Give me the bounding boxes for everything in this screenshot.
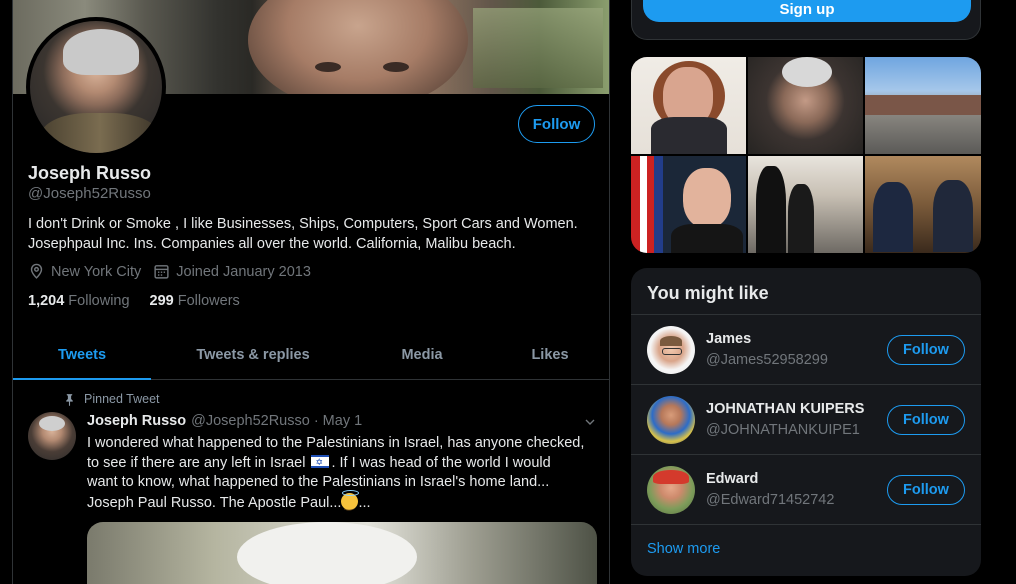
smiling-face-with-halo-emoji xyxy=(341,489,360,515)
avatar[interactable] xyxy=(647,396,695,444)
suggested-user[interactable]: Edward @Edward71452742 Follow xyxy=(631,454,981,524)
suggested-user[interactable]: JOHNATHAN KUIPERS @JOHNATHANKUIPE1 Follo… xyxy=(631,384,981,454)
profile-handle: @Joseph52Russo xyxy=(28,185,151,202)
show-more-link[interactable]: Show more xyxy=(631,524,981,576)
signup-card: Sign up xyxy=(631,0,981,40)
profile-location: New York City xyxy=(28,263,141,280)
you-might-like-title: You might like xyxy=(647,283,769,303)
pinned-indicator: Pinned Tweet xyxy=(63,392,160,406)
tweet-body: I wondered what happened to the Palestin… xyxy=(87,434,603,515)
avatar[interactable] xyxy=(647,326,695,374)
profile-name: Joseph Russo xyxy=(28,163,152,183)
tab-media[interactable]: Media xyxy=(355,330,489,379)
follow-button[interactable]: Follow xyxy=(887,405,965,435)
followers-label: Followers xyxy=(177,293,240,309)
calendar-icon xyxy=(154,265,169,279)
suggested-user[interactable]: James @James52958299 Follow xyxy=(631,314,981,384)
tweet-author-avatar[interactable] xyxy=(28,412,76,460)
follow-button[interactable]: Follow xyxy=(887,475,965,505)
chevron-down-icon[interactable] xyxy=(582,414,598,430)
media-thumbnail[interactable] xyxy=(865,156,981,253)
media-thumbnail[interactable] xyxy=(865,57,981,154)
profile-follow-button[interactable]: Follow xyxy=(518,105,595,143)
profile-joined: Joined January 2013 xyxy=(153,263,311,280)
follow-button[interactable]: Follow xyxy=(887,335,965,365)
tweet-author-handle[interactable]: @Joseph52Russo xyxy=(191,413,310,429)
location-text: New York City xyxy=(51,263,142,280)
tweet-author-name[interactable]: Joseph Russo xyxy=(87,413,186,429)
suggested-user-name: James xyxy=(706,331,752,347)
bio-line: I don't Drink or Smoke , I like Business… xyxy=(28,216,578,232)
tab-tweets-replies[interactable]: Tweets & replies xyxy=(151,330,355,379)
suggested-user-name: JOHNATHAN KUIPERS xyxy=(706,401,865,417)
suggested-user-name: Edward xyxy=(706,471,759,487)
media-thumbnail[interactable] xyxy=(631,57,746,154)
pinned-label: Pinned Tweet xyxy=(84,392,160,406)
media-thumbnail[interactable] xyxy=(748,156,863,253)
suggested-user-handle: @James52958299 xyxy=(706,352,828,368)
location-pin-icon xyxy=(30,263,43,279)
signup-button[interactable]: Sign up xyxy=(643,0,971,22)
tweet-date[interactable]: May 1 xyxy=(323,413,363,429)
tweet-header: Joseph Russo @Joseph52Russo · May 1 xyxy=(87,413,362,429)
profile-meta: New York City Joined January 2013 xyxy=(28,263,323,280)
tab-tweets[interactable]: Tweets xyxy=(13,330,151,380)
tweet-line: Joseph Paul Russo. The Apostle Paul.....… xyxy=(87,489,603,515)
followers-count: 299 xyxy=(149,293,174,309)
tab-likes[interactable]: Likes xyxy=(489,330,609,379)
following-count: 1,204 xyxy=(28,293,65,309)
tweet-media-image[interactable] xyxy=(87,522,597,584)
following-label: Following xyxy=(68,293,130,309)
profile-stats: 1,204 Following 299 Followers xyxy=(28,293,260,309)
avatar[interactable] xyxy=(647,466,695,514)
media-thumbnail[interactable] xyxy=(748,57,863,154)
show-more-label: Show more xyxy=(647,541,721,557)
following-link[interactable]: 1,204 Following xyxy=(28,293,130,309)
bio-line: Josephpaul Inc. Ins. Companies all over … xyxy=(28,236,516,252)
you-might-like-card: You might like James @James52958299 Foll… xyxy=(631,268,981,576)
suggested-user-handle: @JOHNATHANKUIPE1 xyxy=(706,422,860,438)
tweet-line: to see if there are any left in Israel .… xyxy=(87,453,603,474)
pin-icon xyxy=(66,393,73,406)
media-thumbnail[interactable] xyxy=(631,156,746,253)
suggested-user-handle: @Edward71452742 xyxy=(706,492,835,508)
tweet-line: I wondered what happened to the Palestin… xyxy=(87,435,585,451)
profile-bio: I don't Drink or Smoke , I like Business… xyxy=(28,214,598,254)
tweet-separator: · xyxy=(313,413,319,429)
profile-media-grid xyxy=(631,57,981,253)
israel-flag-emoji xyxy=(311,453,330,472)
profile-column: Follow Joseph Russo @Joseph52Russo I don… xyxy=(12,0,610,584)
profile-tabs: Tweets Tweets & replies Media Likes xyxy=(13,330,609,380)
joined-text: Joined January 2013 xyxy=(176,263,311,280)
profile-avatar[interactable] xyxy=(26,17,166,157)
followers-link[interactable]: 299 Followers xyxy=(150,293,240,309)
